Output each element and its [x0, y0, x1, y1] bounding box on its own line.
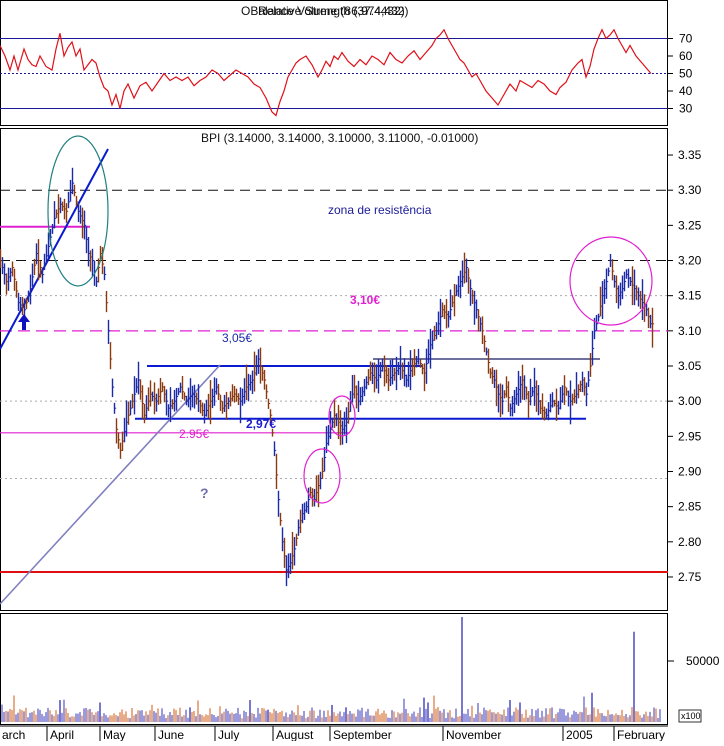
x-axis-label: August: [276, 728, 314, 741]
volume-tick-label: 50000: [686, 654, 720, 668]
rsi-tick-label: 40: [679, 84, 693, 98]
rsi-tick-label: 60: [679, 49, 693, 63]
price-tick-label: 2.80: [678, 535, 702, 549]
chart-svg: 3040506070 OBalance Volume (86,974,432) …: [0, 0, 720, 742]
label-zona-resistencia: zona de resistência: [328, 203, 432, 217]
label-question: ?: [200, 485, 209, 501]
magenta-ellipse-2005: [569, 236, 653, 326]
label-3-10: 3,10€: [350, 293, 380, 307]
price-reference-lines: [0, 148, 668, 605]
chart-area: 30 40 50 60 70 OBalance Volume (86,974,432) …: [0, 0, 724, 742]
price-annotation-shapes: [18, 135, 653, 504]
price-tick-label: 2.75: [678, 570, 702, 584]
price-tick-label: 3.35: [678, 148, 702, 162]
price-tick-label: 2.90: [678, 464, 702, 478]
price-panel-frame: [0, 128, 668, 611]
price-tick-label: 3.15: [678, 289, 702, 303]
price-ohlc-bars: [0, 167, 655, 587]
price-tick-label: 3.00: [678, 394, 702, 408]
price-tick-label: 2.95: [678, 429, 702, 443]
rsi-line: [0, 28, 652, 117]
x-axis-label: November: [446, 728, 501, 741]
price-tick-label: 3.20: [678, 254, 702, 268]
price-tick-label: 3.05: [678, 359, 702, 373]
x-axis-label: September: [333, 728, 392, 741]
price-title: BPI (3.14000, 3.14000, 3.10000, 3.11000,…: [201, 131, 478, 145]
label-2-95: 2.95€: [179, 427, 209, 441]
label-2-97: 2,97€: [246, 417, 276, 431]
price-tick-label: 2.85: [678, 500, 702, 514]
rsi-title-rsi: Relative Strength (37.4432): [258, 4, 405, 18]
rsi-tick-label: 50: [679, 67, 693, 81]
x-axis: arch April May June July August September Novem…: [2, 726, 665, 742]
rsi-level-lines: [0, 38, 668, 109]
price-tick-label: 3.30: [678, 183, 702, 197]
x-axis-label: May: [103, 728, 126, 741]
x-axis-label: June: [158, 728, 184, 741]
x-axis-label: February: [617, 728, 665, 741]
volume-unit-label: x100: [681, 711, 701, 721]
x-axis-label: July: [218, 728, 239, 741]
rsi-tick-label: 30: [679, 102, 693, 116]
price-y-ticks: 2.75 2.80 2.85 2.90 2.95 3.00 3.05 3.10 3.15 3.20…: [668, 148, 702, 584]
x-axis-label: arch: [2, 728, 25, 741]
rsi-series: [0, 28, 652, 117]
up-arrow-icon: [18, 314, 30, 330]
volume-bars: [1, 617, 661, 722]
price-tick-label: 3.25: [678, 218, 702, 232]
rsi-panel-frame: [0, 0, 668, 126]
x-axis-label: 2005: [566, 728, 593, 741]
label-3-05: 3,05€: [222, 331, 252, 345]
price-tick-label: 3.10: [678, 324, 702, 338]
rsi-y-ticks: 30 40 50 60 70: [668, 32, 693, 116]
x-axis-label: April: [50, 728, 74, 741]
rsi-tick-label: 70: [679, 32, 693, 46]
